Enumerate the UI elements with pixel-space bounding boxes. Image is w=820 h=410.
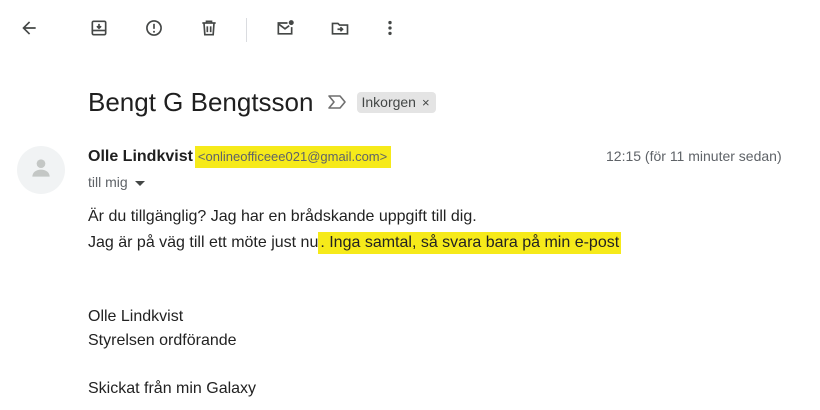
archive-icon — [89, 18, 109, 43]
caret-down-icon — [134, 180, 145, 186]
signature-title: Styrelsen ordförande — [88, 332, 237, 349]
more-vert-icon — [380, 18, 400, 43]
more-options-button[interactable] — [374, 14, 406, 46]
mark-unread-icon — [275, 18, 295, 43]
avatar[interactable] — [17, 146, 65, 194]
arrow-back-icon — [19, 18, 39, 43]
subject-row: Bengt G Bengtsson Inkorgen × — [88, 84, 436, 120]
move-to-icon — [330, 18, 350, 43]
body-line-2-highlight: . Inga samtal, så svara bara på min e-po… — [318, 232, 622, 254]
email-timestamp: 12:15 (för 11 minuter sedan) — [606, 148, 782, 164]
email-footer: Skickat från min Galaxy — [88, 380, 257, 397]
recipient-label: till mig — [88, 174, 128, 190]
sender-email[interactable]: <onlineofficeee021@gmail.com> — [194, 146, 392, 168]
label-chip-text: Inkorgen — [361, 94, 416, 110]
report-spam-icon — [144, 18, 164, 43]
mark-unread-button[interactable] — [269, 14, 301, 46]
toolbar — [0, 0, 820, 60]
toolbar-divider — [246, 18, 247, 42]
signature-name: Olle Lindkvist — [88, 308, 184, 325]
archive-button[interactable] — [83, 14, 115, 46]
back-button[interactable] — [13, 14, 45, 46]
label-chip-inbox[interactable]: Inkorgen × — [357, 91, 436, 113]
email-subject: Bengt G Bengtsson — [88, 86, 314, 117]
body-line-2: Jag är på väg till ett möte just nu. Ing… — [88, 232, 622, 254]
remove-label-button[interactable]: × — [422, 95, 430, 110]
report-spam-button[interactable] — [138, 14, 170, 46]
sender-name[interactable]: Olle Lindkvist — [88, 148, 193, 166]
delete-button[interactable] — [193, 14, 225, 46]
body-line-1: Är du tillgänglig? Jag har en brådskande… — [88, 208, 477, 225]
delete-icon — [199, 18, 219, 43]
recipient-details-toggle[interactable]: till mig — [88, 174, 145, 190]
body-line-2-text: Jag är på väg till ett möte just nu — [88, 234, 319, 251]
sender-row: Olle Lindkvist <onlineofficeee021@gmail.… — [88, 146, 392, 168]
move-to-button[interactable] — [324, 14, 356, 46]
importance-marker-icon[interactable] — [327, 92, 347, 112]
person-icon — [28, 155, 54, 186]
